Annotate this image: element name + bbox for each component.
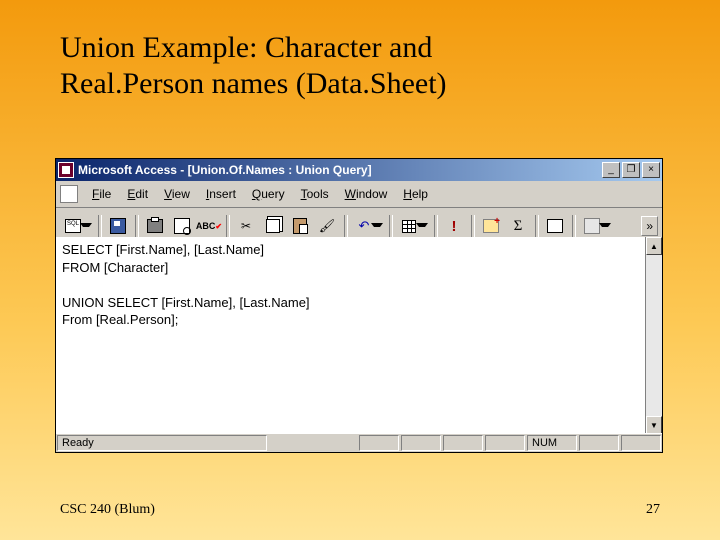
paste-icon (293, 218, 307, 234)
slide-footer-left: CSC 240 (Blum) (60, 502, 155, 518)
separator (344, 215, 348, 237)
view-button[interactable] (60, 214, 86, 238)
separator (226, 215, 230, 237)
status-cell (579, 435, 619, 451)
slide-number: 27 (646, 502, 660, 518)
separator (389, 215, 393, 237)
sql-line: UNION SELECT [First.Name], [Last.Name] (62, 294, 656, 312)
copy-button[interactable] (260, 214, 286, 238)
doc-icon[interactable] (60, 185, 78, 203)
menu-view[interactable]: View (156, 185, 198, 203)
show-table-icon (483, 219, 499, 233)
vertical-scrollbar[interactable]: ▲ ▼ (645, 237, 662, 434)
menu-window[interactable]: Window (337, 185, 396, 203)
cut-icon: ✂ (241, 219, 251, 233)
status-cell (443, 435, 483, 451)
show-table-button[interactable] (478, 214, 504, 238)
menubar: File Edit View Insert Query Tools Window… (56, 181, 662, 208)
status-numlock: NUM (527, 435, 577, 451)
sql-line: SELECT [First.Name], [Last.Name] (62, 241, 656, 259)
top-values-icon (547, 219, 563, 233)
chevron-down-icon (80, 223, 92, 231)
titlebar[interactable]: Microsoft Access - [Union.Of.Names : Uni… (56, 159, 662, 181)
preview-button[interactable] (169, 214, 195, 238)
menu-tools[interactable]: Tools (293, 185, 337, 203)
chevron-down-icon (599, 223, 611, 231)
slide: Union Example: Character and Real.Person… (0, 0, 720, 540)
sql-editor[interactable]: SELECT [First.Name], [Last.Name] FROM [C… (56, 237, 662, 434)
window-controls: _ ❐ × (602, 162, 660, 178)
top-values-button[interactable] (542, 214, 568, 238)
scroll-down-button[interactable]: ▼ (646, 416, 662, 434)
menu-insert[interactable]: Insert (198, 185, 244, 203)
undo-icon: ↶ (359, 218, 370, 234)
restore-button[interactable]: ❐ (622, 162, 640, 178)
separator (471, 215, 475, 237)
preview-icon (174, 218, 190, 234)
separator (572, 215, 576, 237)
run-button[interactable]: ! (441, 214, 467, 238)
brush-icon: 🖌 (319, 218, 336, 234)
undo-button[interactable]: ↶ (351, 214, 377, 238)
status-ready: Ready (57, 435, 267, 451)
access-window: Microsoft Access - [Union.Of.Names : Uni… (55, 158, 663, 453)
minimize-button[interactable]: _ (602, 162, 620, 178)
save-icon (110, 218, 126, 234)
scroll-track[interactable] (646, 255, 662, 416)
sql-view-icon (65, 219, 81, 233)
separator (434, 215, 438, 237)
status-cell (359, 435, 399, 451)
run-icon: ! (452, 218, 457, 235)
menu-file[interactable]: File (84, 185, 119, 203)
spelling-button[interactable]: ABC (196, 214, 222, 238)
toolbar-overflow[interactable]: » (641, 216, 658, 236)
sql-line: From [Real.Person]; (62, 311, 656, 329)
chevron-down-icon (416, 223, 428, 231)
separator (135, 215, 139, 237)
menu-edit[interactable]: Edit (119, 185, 156, 203)
query-type-button[interactable] (396, 214, 422, 238)
paste-button[interactable] (287, 214, 313, 238)
save-button[interactable] (105, 214, 131, 238)
menu-query[interactable]: Query (244, 185, 293, 203)
window-title: Microsoft Access - [Union.Of.Names : Uni… (78, 163, 602, 177)
copy-icon (266, 219, 280, 233)
grid-icon (402, 220, 416, 233)
totals-button[interactable]: Σ (505, 214, 531, 238)
menu-help[interactable]: Help (395, 185, 436, 203)
slide-title: Union Example: Character and Real.Person… (0, 0, 720, 102)
status-cell (485, 435, 525, 451)
print-icon (147, 219, 163, 233)
db-window-button[interactable] (579, 214, 605, 238)
cut-button[interactable]: ✂ (233, 214, 259, 238)
sigma-icon: Σ (514, 218, 523, 235)
title-line1: Union Example: Character and (60, 31, 432, 64)
sql-line: FROM [Character] (62, 259, 656, 277)
format-painter-button[interactable]: 🖌 (314, 214, 340, 238)
sql-blank (62, 276, 656, 294)
status-cell (621, 435, 661, 451)
app-icon (58, 162, 74, 178)
separator (535, 215, 539, 237)
menu-file-rest: ile (99, 187, 111, 201)
scroll-up-button[interactable]: ▲ (646, 237, 662, 255)
print-button[interactable] (142, 214, 168, 238)
spelling-icon: ABC (196, 221, 222, 231)
title-line2: Real.Person names (Data.Sheet) (60, 67, 447, 100)
statusbar: Ready NUM (56, 433, 662, 452)
chevron-down-icon (371, 223, 383, 231)
status-cell (401, 435, 441, 451)
db-icon (584, 218, 600, 234)
close-button[interactable]: × (642, 162, 660, 178)
separator (98, 215, 102, 237)
